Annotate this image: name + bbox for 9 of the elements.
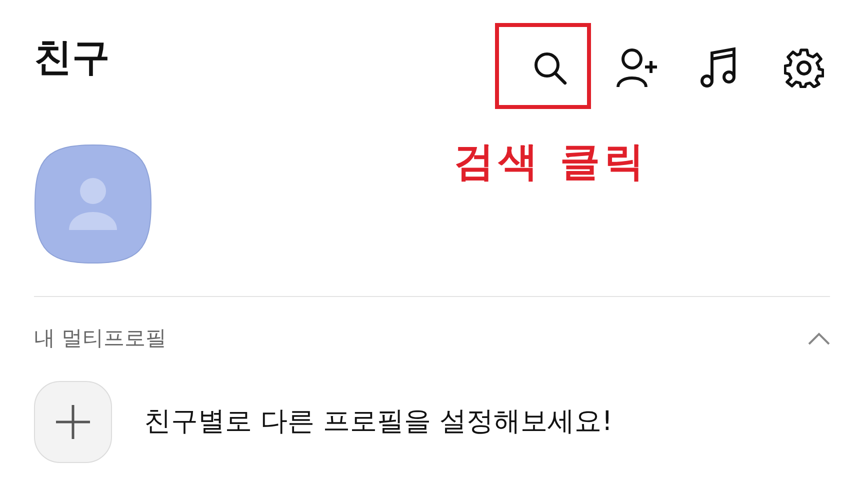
settings-icon: [784, 48, 824, 88]
plus-icon: [55, 404, 91, 440]
section-title: 내 멀티프로필: [34, 325, 167, 352]
profile-prompt: 친구별로 다른 프로필을 설정해보세요!: [144, 404, 613, 439]
search-icon: [532, 50, 568, 86]
page-title: 친구: [34, 38, 110, 76]
annotation-text: 검색 클릭: [454, 138, 648, 187]
collapse-icon[interactable]: [808, 332, 830, 346]
add-profile-button[interactable]: [34, 381, 112, 463]
